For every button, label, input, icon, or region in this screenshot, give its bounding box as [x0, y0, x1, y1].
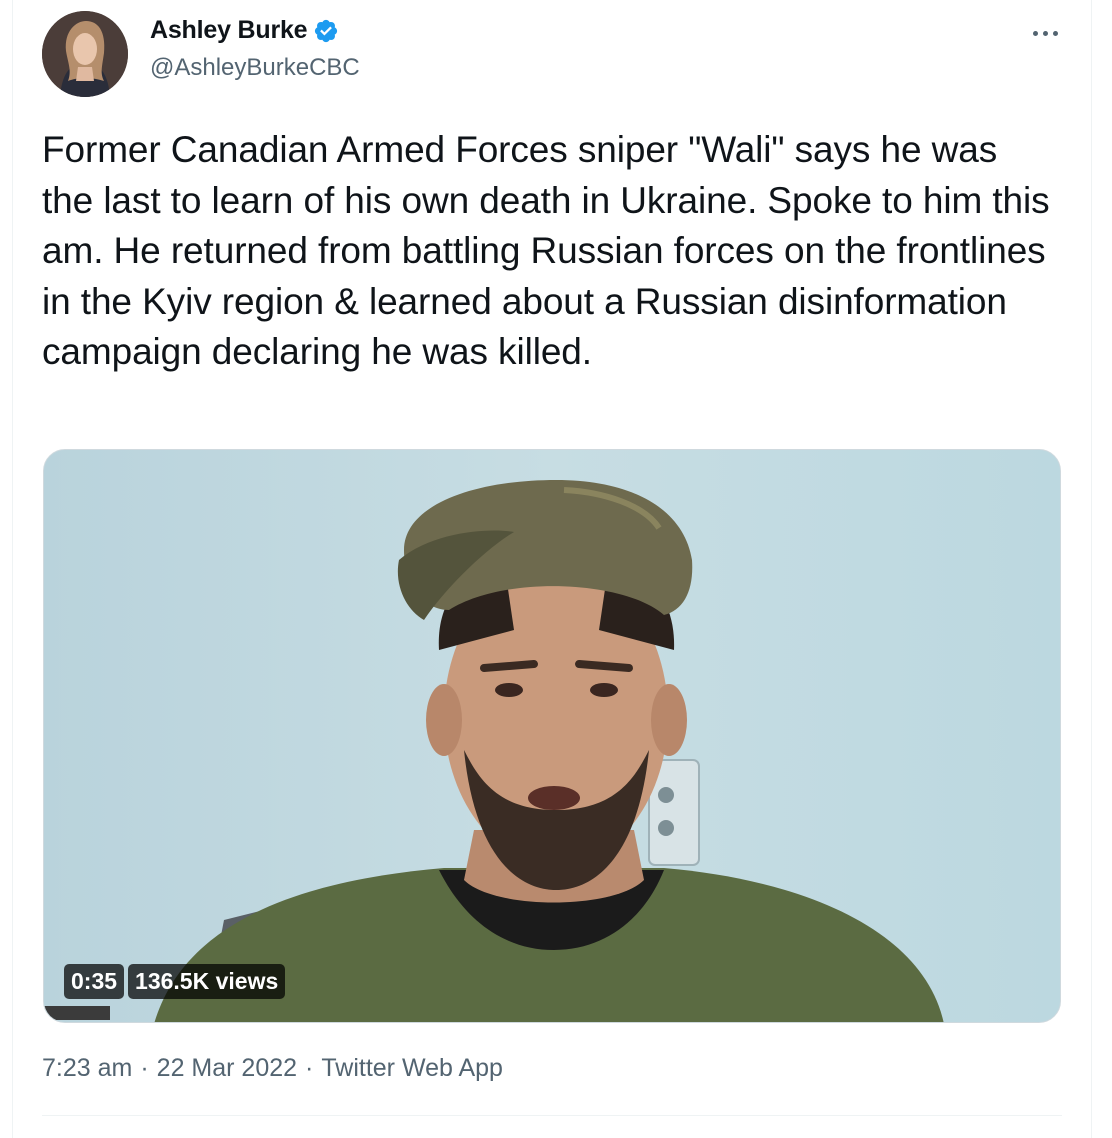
more-dot [1052, 30, 1058, 36]
author-handle[interactable]: @AshleyBurkeCBC [150, 54, 360, 82]
tweet-date[interactable]: 22 Mar 2022 [157, 1054, 297, 1083]
video-views: 136.5K views [128, 964, 286, 999]
avatar[interactable] [42, 11, 128, 97]
avatar-image [42, 11, 128, 97]
more-dot [1032, 30, 1038, 36]
video-player[interactable]: 0:35 136.5K views [43, 449, 1061, 1023]
video-badges: 0:35 136.5K views [64, 964, 286, 999]
video-thumbnail [44, 450, 1060, 1022]
more-icon[interactable] [1028, 20, 1062, 46]
video-duration: 0:35 [64, 964, 125, 999]
tweet-source[interactable]: Twitter Web App [321, 1054, 503, 1083]
meta-separator: · [305, 1054, 314, 1082]
meta-separator: · [140, 1054, 149, 1082]
tweet-time[interactable]: 7:23 am [42, 1054, 132, 1083]
author-name-row[interactable]: Ashley Burke [150, 16, 339, 45]
divider [42, 1115, 1062, 1116]
tweet-text: Former Canadian Armed Forces sniper "Wal… [42, 129, 1050, 372]
verified-icon [313, 18, 339, 44]
tweet-meta: 7:23 am · 22 Mar 2022 · Twitter Web App [42, 1054, 503, 1083]
author-display-name[interactable]: Ashley Burke [150, 16, 308, 45]
more-dot [1042, 30, 1048, 36]
